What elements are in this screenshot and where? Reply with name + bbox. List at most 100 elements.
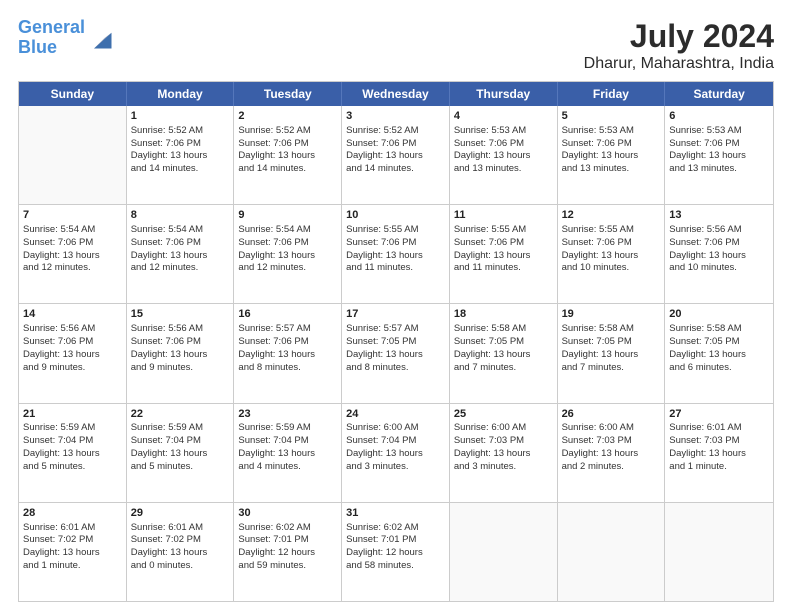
- calendar: SundayMondayTuesdayWednesdayThursdayFrid…: [18, 81, 774, 602]
- day-number: 24: [346, 407, 445, 422]
- day-number: 18: [454, 307, 553, 322]
- day-number: 5: [562, 109, 661, 124]
- day-number: 15: [131, 307, 230, 322]
- calendar-day-24: 24Sunrise: 6:00 AM Sunset: 7:04 PM Dayli…: [342, 404, 450, 502]
- calendar-day-1: 1Sunrise: 5:52 AM Sunset: 7:06 PM Daylig…: [127, 106, 235, 204]
- day-info: Sunrise: 5:58 AM Sunset: 7:05 PM Dayligh…: [669, 323, 746, 372]
- day-number: 30: [238, 506, 337, 521]
- calendar-body: 1Sunrise: 5:52 AM Sunset: 7:06 PM Daylig…: [19, 106, 773, 601]
- day-number: 23: [238, 407, 337, 422]
- day-info: Sunrise: 5:55 AM Sunset: 7:06 PM Dayligh…: [346, 224, 423, 273]
- day-number: 14: [23, 307, 122, 322]
- logo-blue: Blue: [18, 37, 57, 57]
- calendar-day-16: 16Sunrise: 5:57 AM Sunset: 7:06 PM Dayli…: [234, 304, 342, 402]
- day-info: Sunrise: 5:59 AM Sunset: 7:04 PM Dayligh…: [131, 422, 208, 471]
- day-info: Sunrise: 6:02 AM Sunset: 7:01 PM Dayligh…: [346, 522, 423, 571]
- day-info: Sunrise: 5:56 AM Sunset: 7:06 PM Dayligh…: [669, 224, 746, 273]
- calendar-day-8: 8Sunrise: 5:54 AM Sunset: 7:06 PM Daylig…: [127, 205, 235, 303]
- day-number: 4: [454, 109, 553, 124]
- calendar-day-26: 26Sunrise: 6:00 AM Sunset: 7:03 PM Dayli…: [558, 404, 666, 502]
- day-info: Sunrise: 5:54 AM Sunset: 7:06 PM Dayligh…: [131, 224, 208, 273]
- calendar-day-22: 22Sunrise: 5:59 AM Sunset: 7:04 PM Dayli…: [127, 404, 235, 502]
- day-info: Sunrise: 5:52 AM Sunset: 7:06 PM Dayligh…: [131, 125, 208, 174]
- calendar-day-23: 23Sunrise: 5:59 AM Sunset: 7:04 PM Dayli…: [234, 404, 342, 502]
- calendar-day-13: 13Sunrise: 5:56 AM Sunset: 7:06 PM Dayli…: [665, 205, 773, 303]
- sub-title: Dharur, Maharashtra, India: [584, 55, 774, 73]
- day-info: Sunrise: 5:57 AM Sunset: 7:05 PM Dayligh…: [346, 323, 423, 372]
- calendar-day-18: 18Sunrise: 5:58 AM Sunset: 7:05 PM Dayli…: [450, 304, 558, 402]
- day-info: Sunrise: 6:02 AM Sunset: 7:01 PM Dayligh…: [238, 522, 315, 571]
- day-info: Sunrise: 5:58 AM Sunset: 7:05 PM Dayligh…: [562, 323, 639, 372]
- calendar-day-20: 20Sunrise: 5:58 AM Sunset: 7:05 PM Dayli…: [665, 304, 773, 402]
- calendar-day-28: 28Sunrise: 6:01 AM Sunset: 7:02 PM Dayli…: [19, 503, 127, 601]
- day-info: Sunrise: 5:55 AM Sunset: 7:06 PM Dayligh…: [454, 224, 531, 273]
- day-info: Sunrise: 5:52 AM Sunset: 7:06 PM Dayligh…: [238, 125, 315, 174]
- day-number: 28: [23, 506, 122, 521]
- calendar-day-19: 19Sunrise: 5:58 AM Sunset: 7:05 PM Dayli…: [558, 304, 666, 402]
- day-number: 9: [238, 208, 337, 223]
- title-block: July 2024 Dharur, Maharashtra, India: [584, 18, 774, 73]
- logo-text: General Blue: [18, 18, 85, 58]
- day-number: 6: [669, 109, 769, 124]
- day-number: 1: [131, 109, 230, 124]
- calendar-day-7: 7Sunrise: 5:54 AM Sunset: 7:06 PM Daylig…: [19, 205, 127, 303]
- calendar-week-2: 7Sunrise: 5:54 AM Sunset: 7:06 PM Daylig…: [19, 205, 773, 304]
- calendar-day-12: 12Sunrise: 5:55 AM Sunset: 7:06 PM Dayli…: [558, 205, 666, 303]
- calendar-day-9: 9Sunrise: 5:54 AM Sunset: 7:06 PM Daylig…: [234, 205, 342, 303]
- calendar-week-1: 1Sunrise: 5:52 AM Sunset: 7:06 PM Daylig…: [19, 106, 773, 205]
- day-number: 22: [131, 407, 230, 422]
- calendar-day-30: 30Sunrise: 6:02 AM Sunset: 7:01 PM Dayli…: [234, 503, 342, 601]
- day-info: Sunrise: 5:58 AM Sunset: 7:05 PM Dayligh…: [454, 323, 531, 372]
- logo-icon: [87, 24, 115, 52]
- day-number: 29: [131, 506, 230, 521]
- calendar-day-empty: [450, 503, 558, 601]
- calendar-day-6: 6Sunrise: 5:53 AM Sunset: 7:06 PM Daylig…: [665, 106, 773, 204]
- day-number: 7: [23, 208, 122, 223]
- calendar-day-17: 17Sunrise: 5:57 AM Sunset: 7:05 PM Dayli…: [342, 304, 450, 402]
- calendar-day-21: 21Sunrise: 5:59 AM Sunset: 7:04 PM Dayli…: [19, 404, 127, 502]
- header: General Blue July 2024 Dharur, Maharasht…: [18, 18, 774, 73]
- calendar-week-5: 28Sunrise: 6:01 AM Sunset: 7:02 PM Dayli…: [19, 503, 773, 601]
- calendar-day-10: 10Sunrise: 5:55 AM Sunset: 7:06 PM Dayli…: [342, 205, 450, 303]
- calendar-week-4: 21Sunrise: 5:59 AM Sunset: 7:04 PM Dayli…: [19, 404, 773, 503]
- calendar-day-empty: [665, 503, 773, 601]
- day-number: 17: [346, 307, 445, 322]
- day-info: Sunrise: 5:53 AM Sunset: 7:06 PM Dayligh…: [669, 125, 746, 174]
- day-number: 21: [23, 407, 122, 422]
- day-number: 25: [454, 407, 553, 422]
- day-header-monday: Monday: [127, 82, 235, 106]
- day-number: 11: [454, 208, 553, 223]
- day-number: 8: [131, 208, 230, 223]
- day-header-friday: Friday: [558, 82, 666, 106]
- calendar-day-15: 15Sunrise: 5:56 AM Sunset: 7:06 PM Dayli…: [127, 304, 235, 402]
- day-number: 19: [562, 307, 661, 322]
- day-number: 3: [346, 109, 445, 124]
- day-info: Sunrise: 6:00 AM Sunset: 7:04 PM Dayligh…: [346, 422, 423, 471]
- day-number: 26: [562, 407, 661, 422]
- day-info: Sunrise: 5:53 AM Sunset: 7:06 PM Dayligh…: [562, 125, 639, 174]
- calendar-day-27: 27Sunrise: 6:01 AM Sunset: 7:03 PM Dayli…: [665, 404, 773, 502]
- day-info: Sunrise: 5:59 AM Sunset: 7:04 PM Dayligh…: [23, 422, 100, 471]
- day-header-thursday: Thursday: [450, 82, 558, 106]
- day-number: 10: [346, 208, 445, 223]
- page: General Blue July 2024 Dharur, Maharasht…: [0, 0, 792, 612]
- day-info: Sunrise: 5:59 AM Sunset: 7:04 PM Dayligh…: [238, 422, 315, 471]
- main-title: July 2024: [584, 18, 774, 55]
- logo-general: General: [18, 17, 85, 37]
- day-info: Sunrise: 5:56 AM Sunset: 7:06 PM Dayligh…: [23, 323, 100, 372]
- day-header-wednesday: Wednesday: [342, 82, 450, 106]
- day-info: Sunrise: 5:53 AM Sunset: 7:06 PM Dayligh…: [454, 125, 531, 174]
- calendar-day-2: 2Sunrise: 5:52 AM Sunset: 7:06 PM Daylig…: [234, 106, 342, 204]
- calendar-day-3: 3Sunrise: 5:52 AM Sunset: 7:06 PM Daylig…: [342, 106, 450, 204]
- day-header-sunday: Sunday: [19, 82, 127, 106]
- day-info: Sunrise: 5:56 AM Sunset: 7:06 PM Dayligh…: [131, 323, 208, 372]
- day-info: Sunrise: 5:54 AM Sunset: 7:06 PM Dayligh…: [23, 224, 100, 273]
- calendar-day-5: 5Sunrise: 5:53 AM Sunset: 7:06 PM Daylig…: [558, 106, 666, 204]
- day-header-tuesday: Tuesday: [234, 82, 342, 106]
- day-number: 12: [562, 208, 661, 223]
- calendar-week-3: 14Sunrise: 5:56 AM Sunset: 7:06 PM Dayli…: [19, 304, 773, 403]
- logo: General Blue: [18, 18, 115, 58]
- day-info: Sunrise: 5:57 AM Sunset: 7:06 PM Dayligh…: [238, 323, 315, 372]
- day-number: 13: [669, 208, 769, 223]
- day-info: Sunrise: 5:54 AM Sunset: 7:06 PM Dayligh…: [238, 224, 315, 273]
